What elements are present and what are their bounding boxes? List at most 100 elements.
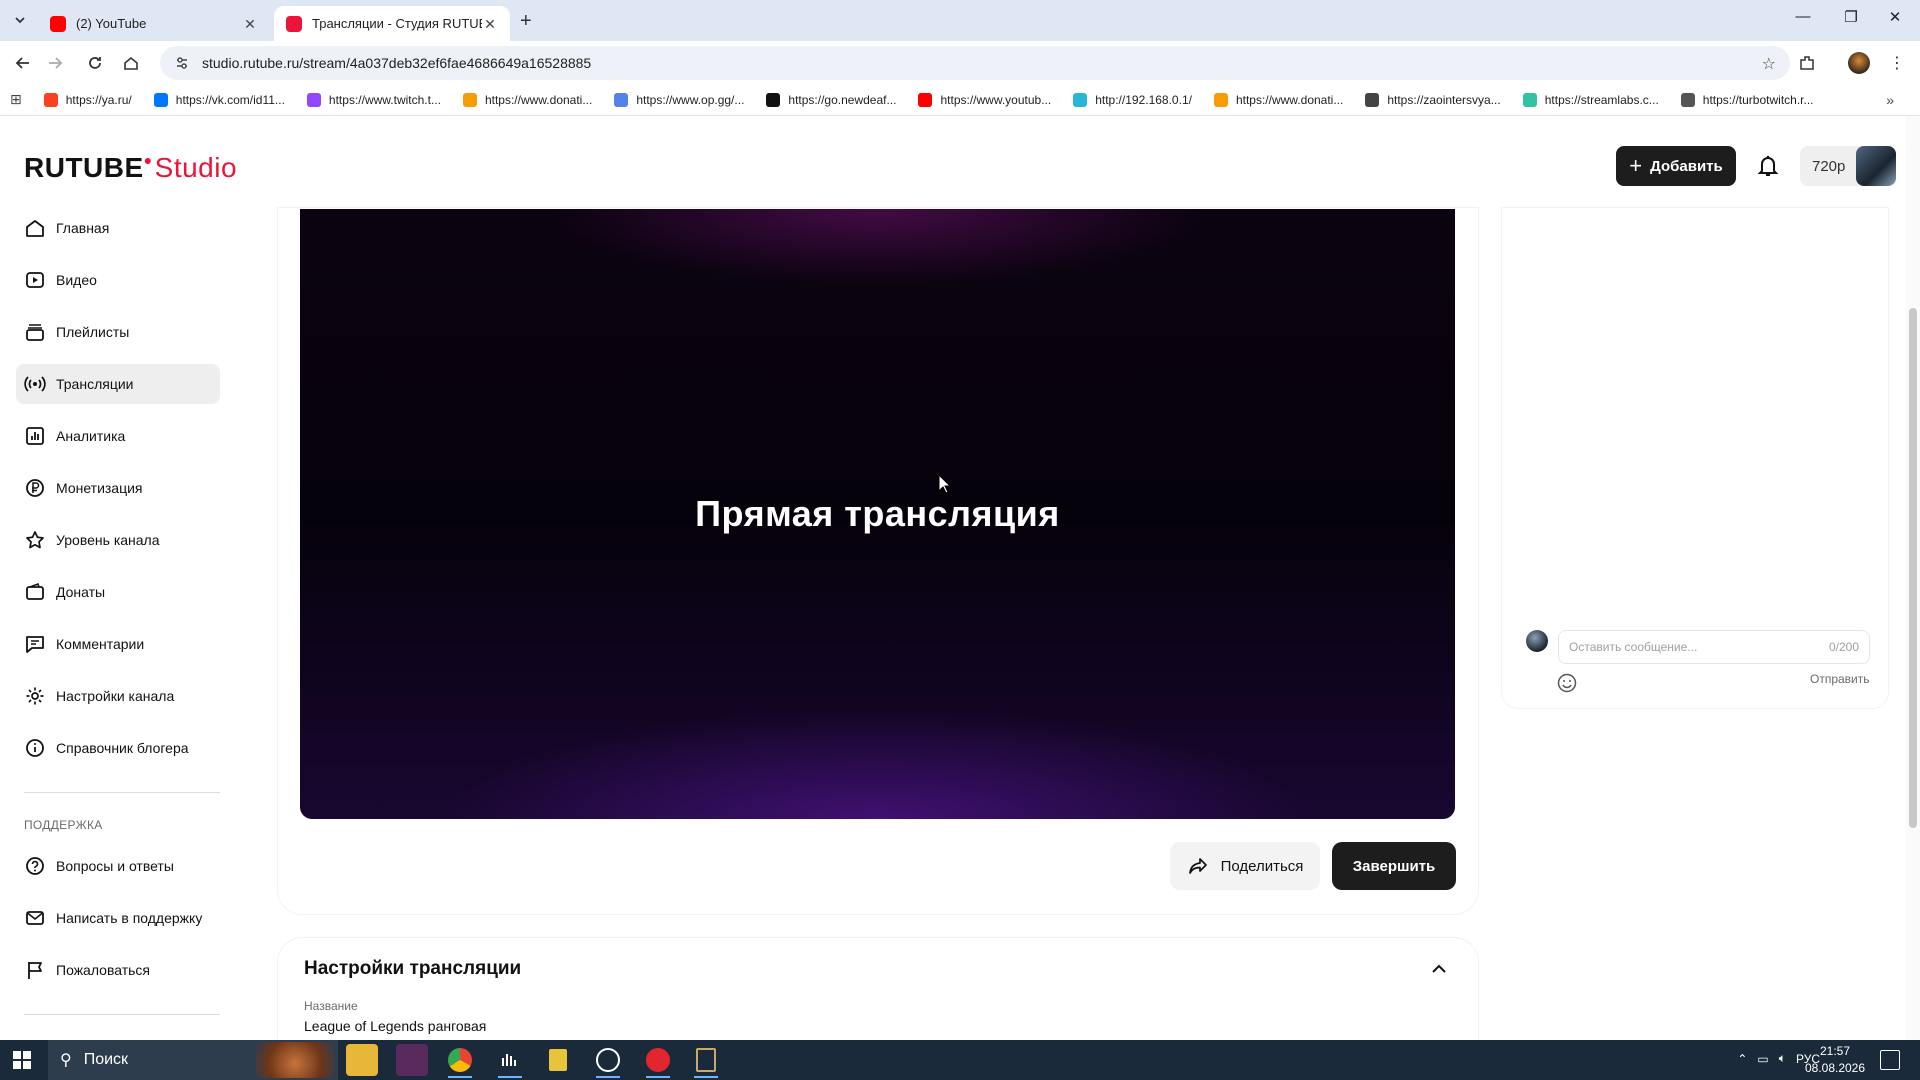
sidebar-item-broadcasts[interactable]: Трансляции (16, 364, 220, 404)
tray-expand-icon[interactable]: ⌃ (1737, 1052, 1747, 1066)
browser-tab-rutube[interactable]: Трансляции - Студия RUTUBE ✕ (274, 6, 510, 41)
add-button[interactable]: + Добавить (1616, 146, 1736, 186)
sidebar-item-monetization[interactable]: Монетизация (16, 468, 220, 508)
close-window-button[interactable]: ✕ (1872, 8, 1918, 26)
end-stream-button[interactable]: Завершить (1332, 842, 1456, 890)
minimize-button[interactable]: — (1780, 8, 1826, 25)
volume-icon[interactable]: 🔈︎ (1779, 1051, 1786, 1066)
bookmark-item[interactable]: https://vk.com/id11... (153, 92, 285, 107)
sidebar-item-home[interactable]: Главная (16, 208, 220, 248)
close-tab-icon[interactable]: ✕ (482, 16, 498, 32)
quality-label: 720p (1812, 157, 1846, 175)
share-button[interactable]: Поделиться (1170, 842, 1320, 890)
browser-menu-button[interactable]: ⋮ (1884, 50, 1910, 76)
chevron-down-icon (15, 17, 25, 24)
obs-icon[interactable] (592, 1044, 624, 1078)
sidebar-item-label: Видео (56, 272, 97, 288)
new-tab-button[interactable]: + (520, 10, 532, 33)
home-icon (26, 220, 44, 237)
bookmark-item[interactable]: http://192.168.0.1/ (1073, 92, 1192, 107)
site-info-icon[interactable] (174, 55, 190, 71)
back-button[interactable] (10, 50, 36, 76)
bookmark-item[interactable]: https://www.donati... (462, 92, 592, 107)
emoji-icon[interactable] (1556, 672, 1578, 694)
tab-title: Трансляции - Студия RUTUBE (312, 16, 482, 31)
sidebar-item-channel-settings[interactable]: Настройки канала (16, 676, 220, 716)
bookmark-item[interactable]: https://ya.ru/ (43, 92, 132, 107)
bookmark-item[interactable]: https://streamlabs.c... (1522, 92, 1659, 107)
bookmark-item[interactable]: https://www.op.gg/... (614, 92, 744, 107)
bookmark-item[interactable]: https://www.youtub... (918, 92, 1051, 107)
home-icon (124, 56, 138, 70)
restore-button[interactable]: ❐ (1828, 8, 1874, 26)
extensions-button[interactable] (1794, 50, 1820, 76)
stream-player[interactable]: Прямая трансляция (300, 209, 1455, 819)
sidebar-item-write-support[interactable]: Написать в поддержку (16, 898, 220, 938)
yellow-app-icon[interactable] (542, 1044, 574, 1076)
sidebar-item-donations[interactable]: Донаты (16, 572, 220, 612)
name-field-value[interactable]: League of Legends ранговая (304, 1018, 486, 1034)
game-app-icon[interactable] (396, 1044, 428, 1076)
sidebar-item-label: Написать в поддержку (56, 910, 203, 926)
sidebar: Главная Видео Плейлисты Трансляции Анали… (0, 208, 232, 1040)
bookmark-item[interactable]: https://www.twitch.t... (306, 92, 441, 107)
end-stream-label: Завершить (1352, 857, 1436, 875)
sidebar-item-analytics[interactable]: Аналитика (16, 416, 220, 456)
sidebar-item-video[interactable]: Видео (16, 260, 220, 300)
info-icon (26, 739, 44, 757)
rutube-studio-logo[interactable]: RUTUBE●Studio (24, 152, 237, 184)
network-icon[interactable]: ▭ (1757, 1052, 1768, 1066)
bookmark-star-icon[interactable]: ☆ (1762, 54, 1776, 74)
send-button[interactable]: Отправить (1810, 672, 1870, 686)
file-explorer-icon[interactable] (346, 1044, 378, 1076)
reload-icon (89, 57, 101, 69)
profile-button[interactable] (1846, 50, 1872, 76)
sidebar-item-faq[interactable]: Вопросы и ответы (16, 846, 220, 886)
notifications-icon[interactable] (1880, 1050, 1900, 1070)
chrome-icon[interactable] (444, 1044, 476, 1078)
league-of-legends-icon[interactable] (690, 1044, 722, 1078)
sidebar-item-label: Комментарии (56, 636, 145, 652)
sidebar-item-label: Вопросы и ответы (56, 858, 174, 874)
bookmark-item[interactable]: https://turbotwitch.r... (1680, 92, 1814, 107)
audio-app-icon[interactable] (494, 1044, 526, 1078)
sidebar-item-blogger-guide[interactable]: Справочник блогера (16, 728, 220, 768)
home-button[interactable] (118, 50, 144, 76)
channel-avatar[interactable] (1856, 146, 1896, 186)
active-indicator (448, 1076, 472, 1078)
apps-grid-icon[interactable]: ⊞ (10, 91, 22, 108)
sidebar-item-playlists[interactable]: Плейлисты (16, 312, 220, 352)
sidebar-item-channel-level[interactable]: Уровень канала (16, 520, 220, 560)
bookmark-item[interactable]: https://www.donati... (1213, 92, 1344, 107)
bookmark-label: https://go.newdeaf... (788, 92, 897, 107)
sidebar-item-label: Плейлисты (56, 324, 130, 340)
reload-button[interactable] (82, 50, 108, 76)
sidebar-item-comments[interactable]: Комментарии (16, 624, 220, 664)
browser-tab-youtube[interactable]: (2) YouTube ✕ (38, 6, 270, 41)
star-icon (26, 531, 44, 549)
forward-button[interactable] (42, 50, 68, 76)
active-indicator (646, 1076, 670, 1078)
active-indicator (596, 1076, 620, 1078)
puzzle-icon (1800, 56, 1814, 70)
more-bookmarks-icon[interactable]: » (1886, 92, 1894, 108)
active-indicator (694, 1076, 718, 1078)
red-app-icon[interactable] (642, 1044, 674, 1078)
player-title: Прямая трансляция (695, 493, 1060, 534)
windows-start-icon[interactable] (12, 1050, 32, 1070)
settings-title: Настройки трансляции (304, 958, 522, 979)
chevron-up-icon[interactable] (1428, 958, 1450, 980)
tab-search-button[interactable] (8, 8, 32, 32)
chat-message-input[interactable]: Оставить сообщение... 0/200 (1558, 630, 1870, 664)
bookmark-item[interactable]: https://go.newdeaf... (766, 92, 897, 107)
bookmark-item[interactable]: https://zaointersvya... (1365, 92, 1501, 107)
close-tab-icon[interactable]: ✕ (242, 16, 258, 32)
scrollbar-thumb[interactable] (1909, 308, 1917, 828)
bookmark-label: https://www.donati... (1235, 92, 1344, 107)
bell-icon[interactable] (1754, 152, 1782, 180)
taskbar-clock[interactable]: 21:57 08.08.2026 (1800, 1043, 1870, 1077)
logo-studio-text: Studio (154, 152, 238, 183)
sidebar-item-report[interactable]: Пожаловаться (16, 950, 220, 990)
url-bar[interactable]: studio.rutube.ru/stream/4a037deb32ef6fae… (160, 46, 1790, 80)
support-heading: ПОДДЕРЖКА (24, 818, 103, 832)
